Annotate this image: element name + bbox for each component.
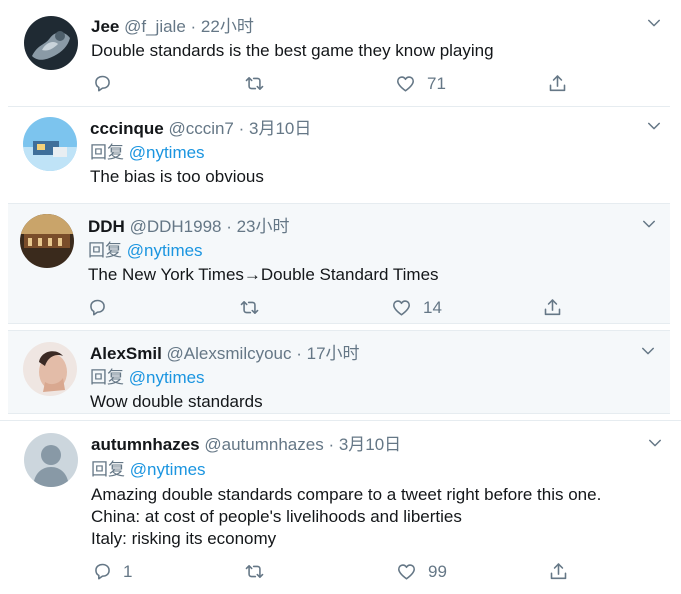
timestamp[interactable]: · 3月10日 bbox=[328, 435, 401, 454]
share-icon[interactable] bbox=[548, 561, 569, 582]
reply-prefix: 回复 bbox=[88, 241, 122, 260]
tweet-text-line: Amazing double standards compare to a tw… bbox=[91, 485, 602, 504]
like-icon[interactable] bbox=[391, 297, 412, 318]
timestamp[interactable]: · 22小时 bbox=[191, 17, 254, 36]
tweet-header: autumnhazes @autumnhazes · 3月10日 bbox=[91, 435, 401, 455]
tweet-card[interactable]: cccinque @cccin7 · 3月10日 回复 @nytimes The… bbox=[8, 106, 670, 198]
like-count: 71 bbox=[427, 74, 446, 93]
chevron-down-icon[interactable] bbox=[645, 117, 663, 135]
timestamp[interactable]: · 3月10日 bbox=[239, 119, 312, 138]
chevron-down-icon[interactable] bbox=[639, 342, 657, 360]
chevron-down-icon[interactable] bbox=[645, 14, 663, 32]
display-name[interactable]: Jee bbox=[91, 17, 119, 36]
user-handle[interactable]: @cccin7 bbox=[168, 119, 233, 138]
reply-count: 1 bbox=[123, 562, 133, 581]
avatar[interactable] bbox=[20, 214, 74, 268]
avatar[interactable] bbox=[24, 16, 78, 70]
mention-link[interactable]: @nytimes bbox=[129, 143, 205, 162]
chevron-down-icon[interactable] bbox=[640, 215, 658, 233]
tweet-text: The bias is too obvious bbox=[90, 167, 264, 186]
mention-link[interactable]: @nytimes bbox=[127, 241, 203, 260]
tweet-header: Jee @f_jiale · 22小时 bbox=[91, 17, 254, 37]
avatar[interactable] bbox=[24, 433, 78, 487]
chevron-down-icon[interactable] bbox=[646, 434, 664, 452]
retweet-icon[interactable] bbox=[244, 73, 265, 94]
display-name[interactable]: cccinque bbox=[90, 119, 164, 138]
mention-link[interactable]: @nytimes bbox=[129, 368, 205, 387]
avatar[interactable] bbox=[23, 342, 77, 396]
tweet-card[interactable]: autumnhazes @autumnhazes · 3月10日 回复 @nyt… bbox=[0, 420, 681, 594]
tweet-card[interactable]: DDH @DDH1998 · 23小时 回复 @nytimes The New … bbox=[8, 203, 670, 324]
share-icon[interactable] bbox=[547, 73, 568, 94]
timestamp[interactable]: · 23小时 bbox=[226, 217, 289, 236]
like-count: 99 bbox=[428, 562, 447, 581]
tweet-text-line: China: at cost of people's livelihoods a… bbox=[91, 507, 462, 526]
reply-context: 回复 @nytimes bbox=[90, 368, 205, 388]
tweet-header: cccinque @cccin7 · 3月10日 bbox=[90, 119, 311, 139]
user-handle[interactable]: @DDH1998 bbox=[130, 217, 222, 236]
timestamp[interactable]: · 17小时 bbox=[296, 344, 359, 363]
display-name[interactable]: autumnhazes bbox=[91, 435, 200, 454]
tweet-card[interactable]: AlexSmil @Alexsmilcyouc · 17小时 回复 @nytim… bbox=[8, 330, 670, 414]
reply-context: 回复 @nytimes bbox=[88, 241, 203, 261]
tweet-text: Double standards is the best game they k… bbox=[91, 41, 494, 60]
user-handle[interactable]: @autumnhazes bbox=[204, 435, 323, 454]
reply-prefix: 回复 bbox=[90, 143, 124, 162]
reply-icon[interactable] bbox=[92, 561, 113, 582]
tweet-header: AlexSmil @Alexsmilcyouc · 17小时 bbox=[90, 344, 360, 364]
reply-context: 回复 @nytimes bbox=[91, 460, 206, 480]
tweet-card[interactable]: Jee @f_jiale · 22小时 Double standards is … bbox=[0, 0, 681, 106]
tweet-text: Wow double standards bbox=[90, 392, 263, 411]
reply-icon[interactable] bbox=[87, 297, 108, 318]
reply-icon[interactable] bbox=[92, 73, 113, 94]
share-icon[interactable] bbox=[542, 297, 563, 318]
display-name[interactable]: AlexSmil bbox=[90, 344, 162, 363]
like-icon[interactable] bbox=[395, 73, 416, 94]
like-icon[interactable] bbox=[396, 561, 417, 582]
tweet-text: The New York Times→Double Standard Times bbox=[88, 265, 439, 284]
user-handle[interactable]: @f_jiale bbox=[124, 17, 186, 36]
like-count: 14 bbox=[423, 298, 442, 317]
reply-prefix: 回复 bbox=[91, 460, 125, 479]
user-handle[interactable]: @Alexsmilcyouc bbox=[167, 344, 292, 363]
display-name[interactable]: DDH bbox=[88, 217, 125, 236]
retweet-icon[interactable] bbox=[244, 561, 265, 582]
tweet-text-line: Italy: risking its economy bbox=[91, 529, 277, 548]
avatar[interactable] bbox=[23, 117, 77, 171]
reply-prefix: 回复 bbox=[90, 368, 124, 387]
tweet-header: DDH @DDH1998 · 23小时 bbox=[88, 217, 290, 237]
retweet-icon[interactable] bbox=[239, 297, 260, 318]
mention-link[interactable]: @nytimes bbox=[130, 460, 206, 479]
reply-context: 回复 @nytimes bbox=[90, 143, 205, 163]
